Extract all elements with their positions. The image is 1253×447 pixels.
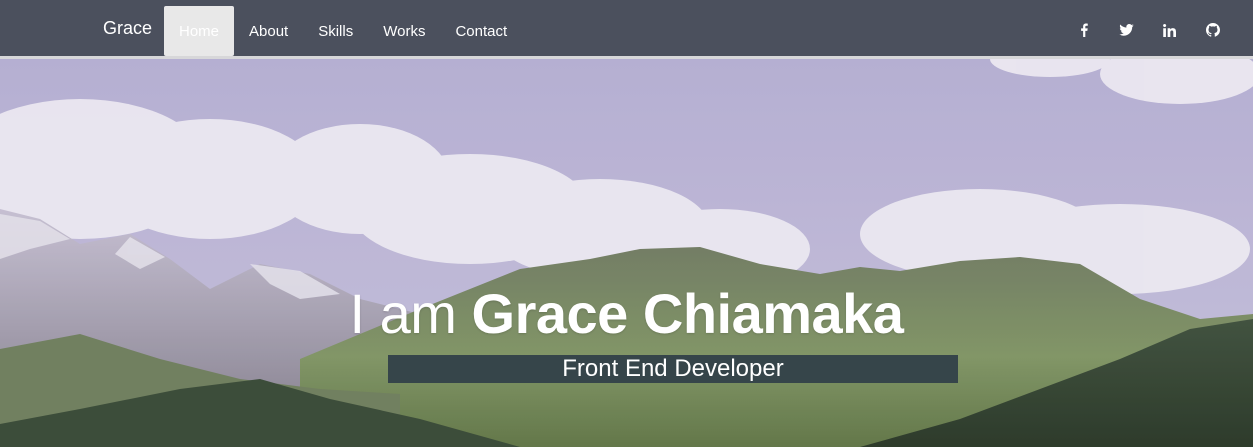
social-links [1062,20,1234,40]
hero-role: Front End Developer [562,355,784,382]
nav-menu: Home About Skills Works Contact [164,6,522,56]
mountain-background-image [0,59,1253,447]
navbar: Grace Home About Skills Works Contact [0,0,1253,59]
linkedin-icon[interactable] [1148,20,1191,40]
twitter-icon[interactable] [1105,20,1148,40]
nav-item-works[interactable]: Works [368,6,440,56]
role-banner: Front End Developer [388,355,958,383]
nav-item-about[interactable]: About [234,6,303,56]
hero-headline: I am Grace Chiamaka [0,281,1253,347]
hero-name: Grace Chiamaka [471,282,904,345]
facebook-icon[interactable] [1062,20,1105,40]
nav-item-skills[interactable]: Skills [303,6,368,56]
brand-link[interactable]: Grace [103,17,152,39]
github-icon[interactable] [1191,20,1234,40]
nav-item-contact[interactable]: Contact [440,6,522,56]
hero-section: I am Grace Chiamaka Front End Developer [0,59,1253,447]
nav-item-home[interactable]: Home [164,6,235,56]
hero-intro: I am [349,282,457,345]
